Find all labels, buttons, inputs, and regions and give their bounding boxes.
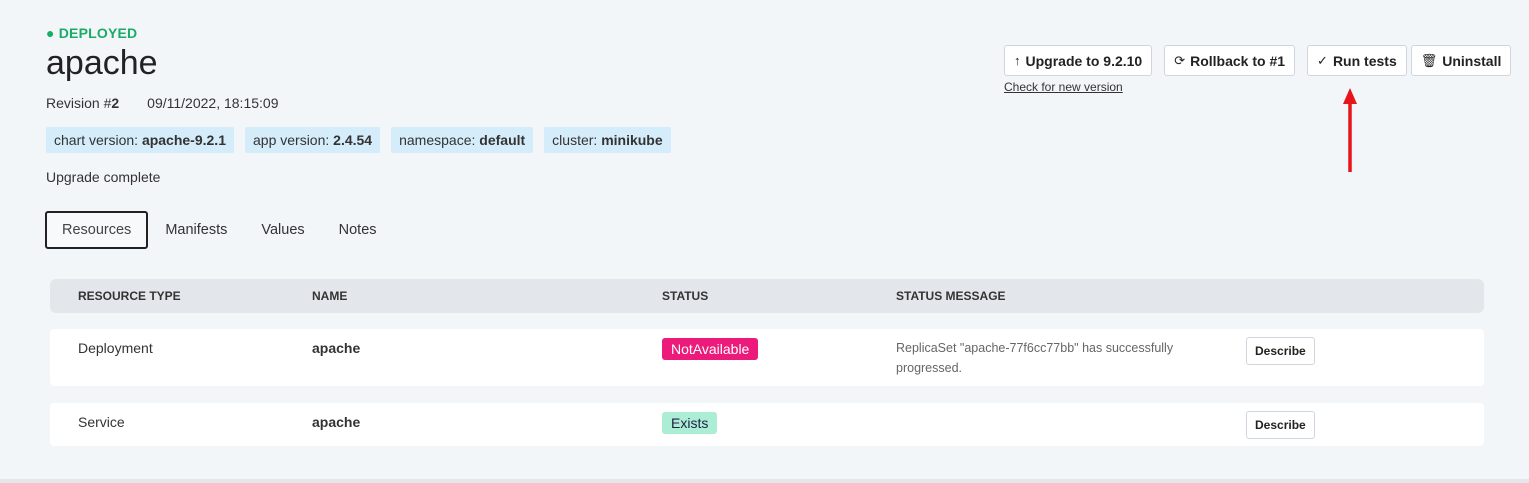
status-badge: NotAvailable xyxy=(662,338,759,360)
rollback-button-label: Rollback to #1 xyxy=(1190,52,1286,69)
run-tests-button[interactable]: ✓ Run tests xyxy=(1307,45,1407,76)
release-name: apache xyxy=(46,44,158,82)
release-badges: chart version: apache-9.2.1 app version:… xyxy=(46,127,671,153)
upgrade-button-label: Upgrade to 9.2.10 xyxy=(1025,52,1143,69)
describe-button[interactable]: Describe xyxy=(1246,411,1315,439)
header-status: STATUS xyxy=(662,289,709,303)
arrow-up-icon: ↑ xyxy=(1014,53,1021,68)
uninstall-button[interactable]: 🗑 Uninstall xyxy=(1410,45,1512,76)
rollback-icon: ⟳ xyxy=(1174,52,1186,68)
run-tests-button-label: Run tests xyxy=(1332,52,1397,69)
release-message: Upgrade complete xyxy=(46,169,161,185)
release-tabs: Resources Manifests Values Notes xyxy=(45,211,394,249)
header-status-message: STATUS MESSAGE xyxy=(896,289,1006,303)
revision-line: Revision #2 09/11/2022, 18:15:09 xyxy=(46,95,278,111)
upgrade-button[interactable]: ↑ Upgrade to 9.2.10 xyxy=(1004,45,1153,76)
resource-name: apache xyxy=(312,340,361,356)
uninstall-button-label: Uninstall xyxy=(1442,52,1502,69)
release-actions: ↑ Upgrade to 9.2.10 ⟳ Rollback to #1 ✓ R… xyxy=(1004,45,1512,76)
tab-values[interactable]: Values xyxy=(244,211,321,249)
revision-label: Revision #2 xyxy=(46,95,120,111)
release-status: ● DEPLOYED xyxy=(46,25,138,41)
table-row: Deployment apache NotAvailable ReplicaSe… xyxy=(50,329,1484,386)
describe-button[interactable]: Describe xyxy=(1246,337,1315,365)
table-row: Service apache Exists Describe xyxy=(50,403,1484,446)
header-resource-type: RESOURCE TYPE xyxy=(78,289,181,303)
tab-notes[interactable]: Notes xyxy=(322,211,394,249)
rollback-button[interactable]: ⟳ Rollback to #1 xyxy=(1164,45,1296,76)
trash-icon: 🗑 xyxy=(1420,52,1438,68)
header-name: NAME xyxy=(312,289,348,303)
bottom-divider xyxy=(0,479,1529,483)
tab-resources[interactable]: Resources xyxy=(45,211,149,249)
chart-version-badge: chart version: apache-9.2.1 xyxy=(46,127,234,153)
annotation-arrow-icon xyxy=(1343,88,1357,172)
revision-timestamp: 09/11/2022, 18:15:09 xyxy=(147,95,279,111)
cluster-badge: cluster: minikube xyxy=(544,127,671,153)
status-badge: Exists xyxy=(662,412,718,434)
resource-name: apache xyxy=(312,414,361,430)
resource-type: Service xyxy=(78,414,125,430)
resources-table-header: RESOURCE TYPE NAME STATUS STATUS MESSAGE xyxy=(50,279,1484,313)
check-new-version-link[interactable]: Check for new version xyxy=(1004,80,1123,94)
namespace-badge: namespace: default xyxy=(391,127,534,153)
app-version-badge: app version: 2.4.54 xyxy=(245,127,381,153)
check-circle-icon: ✓ xyxy=(1317,52,1328,68)
tab-manifests[interactable]: Manifests xyxy=(148,211,244,249)
status-message: ReplicaSet "apache-77f6cc77bb" has succe… xyxy=(896,341,1174,375)
resource-type: Deployment xyxy=(78,340,153,356)
